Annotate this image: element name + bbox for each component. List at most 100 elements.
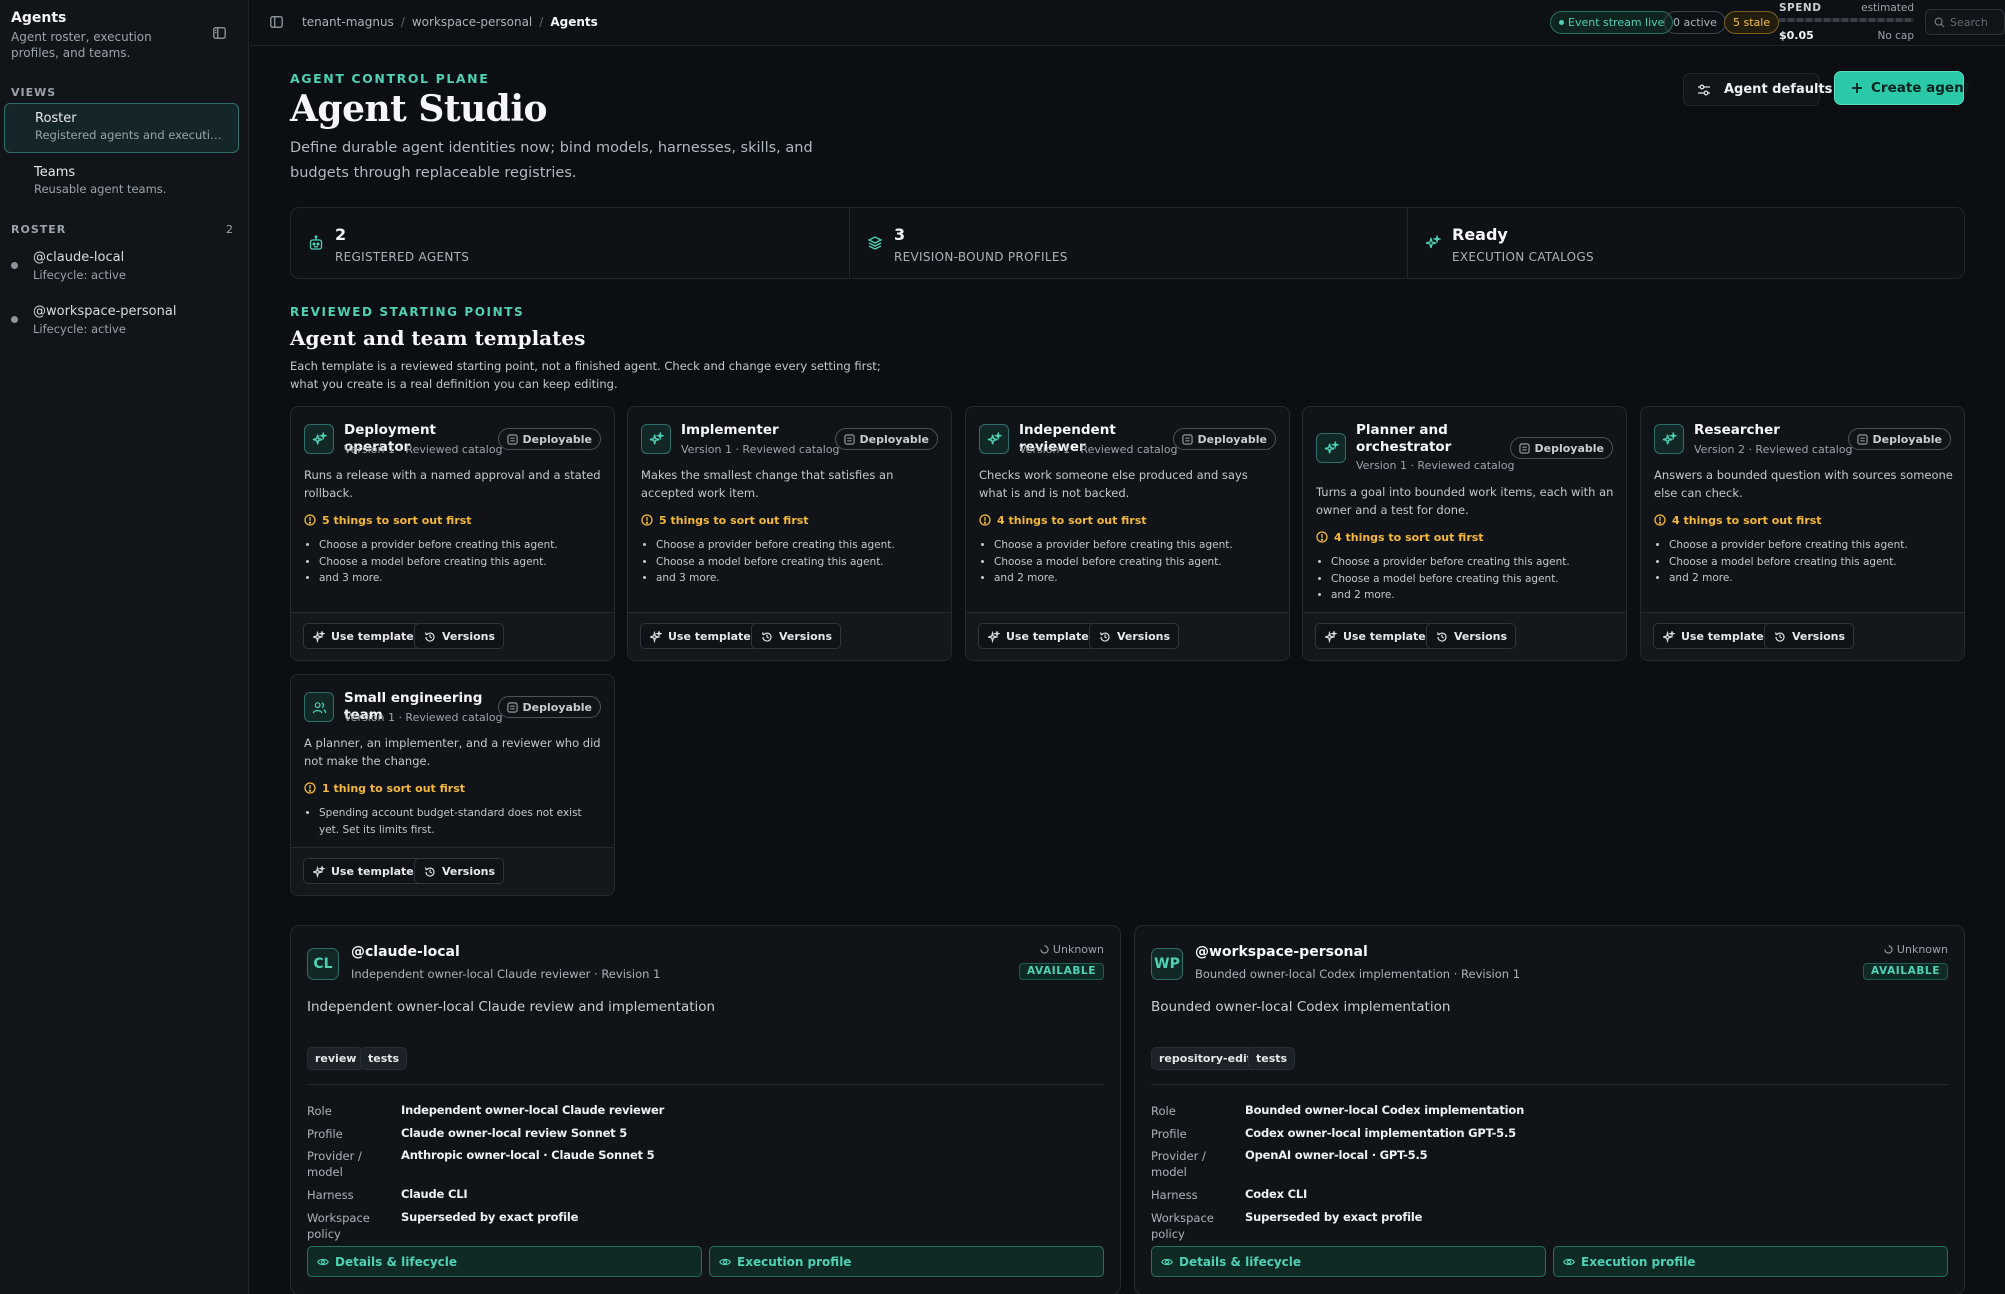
search-icon (1934, 17, 1945, 28)
roster-item-claude-local[interactable]: @claude-local Lifecycle: active (10, 250, 238, 286)
issue-item: Choose a model before creating this agen… (1331, 571, 1616, 588)
use-template-button[interactable]: Use template (303, 623, 423, 649)
field-value: Claude CLI (401, 1187, 468, 1201)
capability-tag: tests (360, 1047, 408, 1070)
nav-label: Roster (35, 111, 77, 126)
versions-button[interactable]: Versions (1764, 623, 1855, 649)
template-card-implementer[interactable]: Implementer Version 1 · Reviewed catalog… (627, 406, 952, 661)
sparkle-icon (313, 866, 325, 878)
agent-subtitle: Independent owner-local Claude reviewer … (351, 967, 661, 981)
use-template-label: Use template (331, 865, 414, 878)
agent-card-workspace-personal[interactable]: WP @workspace-personal Bounded owner-loc… (1134, 925, 1965, 1294)
active-count-badge[interactable]: 0 active (1664, 11, 1726, 34)
template-version: Version 2 · Reviewed catalog (1694, 443, 1853, 456)
template-version: Version 1 · Reviewed catalog (1356, 459, 1515, 472)
versions-button[interactable]: Versions (414, 623, 505, 649)
warning-label: 1 thing to sort out first (322, 782, 465, 795)
topbar: tenant-magnus / workspace-personal / Agents … (250, 0, 2005, 46)
breadcrumb-workspace[interactable]: workspace-personal (412, 15, 532, 29)
stat-value: 3 (894, 225, 906, 244)
badge-label: Deployable (522, 701, 593, 714)
issue-item: Choose a provider before creating this a… (1669, 537, 1954, 554)
use-template-label: Use template (668, 630, 751, 643)
template-warning: 4 things to sort out first (979, 514, 1147, 527)
template-card-researcher[interactable]: Researcher Version 2 · Reviewed catalog … (1640, 406, 1965, 661)
use-template-button[interactable]: Use template (1653, 623, 1773, 649)
deploy-box-icon (1181, 434, 1193, 445)
deployable-badge: Deployable (1172, 428, 1276, 450)
template-card-deployment-operator[interactable]: Deployment operator Version 1 · Reviewed… (290, 406, 615, 661)
template-warning: 5 things to sort out first (641, 514, 809, 527)
deploy-box-icon (1856, 434, 1868, 445)
deployable-badge: Deployable (497, 428, 601, 450)
template-version: Version 1 · Reviewed catalog (681, 443, 840, 456)
deployable-badge: Deployable (497, 696, 601, 718)
sidebar-item-roster[interactable]: Roster Registered agents and execution p… (4, 103, 239, 153)
stat-revision-profiles: 3 REVISION-BOUND PROFILES (849, 208, 1407, 278)
execution-profile-button[interactable]: Execution profile (709, 1246, 1104, 1277)
template-description: Answers a bounded question with sources … (1654, 468, 1953, 500)
template-version: Version 1 · Reviewed catalog (1019, 443, 1178, 456)
breadcrumb-tenant[interactable]: tenant-magnus (302, 15, 394, 29)
use-template-label: Use template (331, 630, 414, 643)
stale-count-badge[interactable]: 5 stale (1724, 11, 1780, 34)
event-stream-label: Event stream live (1568, 16, 1665, 29)
template-issue-list: Choose a provider before creating this a… (656, 537, 941, 587)
issue-item: and 3 more. (319, 570, 604, 587)
details-lifecycle-button[interactable]: Details & lifecycle (307, 1246, 702, 1277)
roster-count: 2 (226, 223, 233, 236)
history-icon (424, 631, 436, 643)
versions-button[interactable]: Versions (1426, 623, 1517, 649)
use-template-button[interactable]: Use template (1315, 623, 1435, 649)
sidebar-subtitle: Agent roster, execution profiles, and te… (11, 30, 152, 60)
use-template-button[interactable]: Use template (640, 623, 760, 649)
template-card-independent-reviewer[interactable]: Independent reviewer Version 1 · Reviewe… (965, 406, 1290, 661)
profile-label: Execution profile (737, 1255, 852, 1269)
sparkle-icon (988, 631, 1000, 643)
search-input[interactable]: Search (1925, 9, 2005, 35)
versions-button[interactable]: Versions (751, 623, 842, 649)
execution-profile-button[interactable]: Execution profile (1553, 1246, 1948, 1277)
collapse-sidebar-icon[interactable] (212, 26, 227, 40)
versions-label: Versions (1454, 630, 1508, 643)
warning-circle-icon (979, 514, 991, 526)
agent-name[interactable]: @workspace-personal (1195, 944, 1368, 960)
agent-card-claude-local[interactable]: CL @claude-local Independent owner-local… (290, 925, 1121, 1294)
details-lifecycle-button[interactable]: Details & lifecycle (1151, 1246, 1546, 1277)
use-template-button[interactable]: Use template (978, 623, 1098, 649)
agent-defaults-label: Agent defaults (1724, 82, 1833, 97)
sparkle-icon (979, 424, 1009, 454)
versions-label: Versions (442, 865, 496, 878)
sparkle-icon (1654, 424, 1684, 454)
versions-button[interactable]: Versions (1089, 623, 1180, 649)
create-agent-button[interactable]: Create agent (1834, 71, 1970, 105)
issue-item: Choose a provider before creating this a… (319, 537, 604, 554)
agent-defaults-button[interactable]: Agent defaults (1683, 73, 1832, 106)
field-value: Claude owner-local review Sonnet 5 (401, 1126, 628, 1140)
event-stream-badge[interactable]: Event stream live (1550, 11, 1674, 34)
layers-icon (867, 235, 883, 251)
versions-button[interactable]: Versions (414, 858, 505, 884)
sidebar-item-teams[interactable]: Teams Reusable agent teams. (4, 158, 239, 204)
template-card-small-engineering-team[interactable]: Small engineering team Version 1 · Revie… (290, 674, 615, 896)
template-description: Makes the smallest change that satisfies… (641, 468, 894, 500)
availability-badge: AVAILABLE (1863, 963, 1948, 980)
loader-icon (1884, 945, 1893, 954)
deploy-box-icon (1518, 443, 1530, 454)
template-name: Planner and orchestrator (1356, 422, 1452, 455)
template-description: Runs a release with a named approval and… (304, 468, 601, 500)
use-template-button[interactable]: Use template (303, 858, 423, 884)
spend-meter[interactable]: SPEND estimated $0.05 No cap (1779, 1, 1914, 45)
template-actions: Use template Versions (291, 847, 614, 895)
sparkle-icon (1316, 433, 1346, 463)
versions-label: Versions (1117, 630, 1171, 643)
agent-name[interactable]: @claude-local (351, 944, 460, 960)
template-card-planner-orchestrator[interactable]: Planner and orchestrator Version 1 · Rev… (1302, 406, 1627, 661)
deploy-box-icon (506, 702, 518, 713)
deployable-badge: Deployable (1509, 437, 1613, 459)
field-label: Profile (1151, 1127, 1187, 1141)
roster-item-workspace-personal[interactable]: @workspace-personal Lifecycle: active (10, 304, 238, 340)
issue-item: Choose a model before creating this agen… (994, 554, 1279, 571)
panel-toggle-icon[interactable] (269, 15, 284, 29)
details-label: Details & lifecycle (1179, 1255, 1302, 1269)
